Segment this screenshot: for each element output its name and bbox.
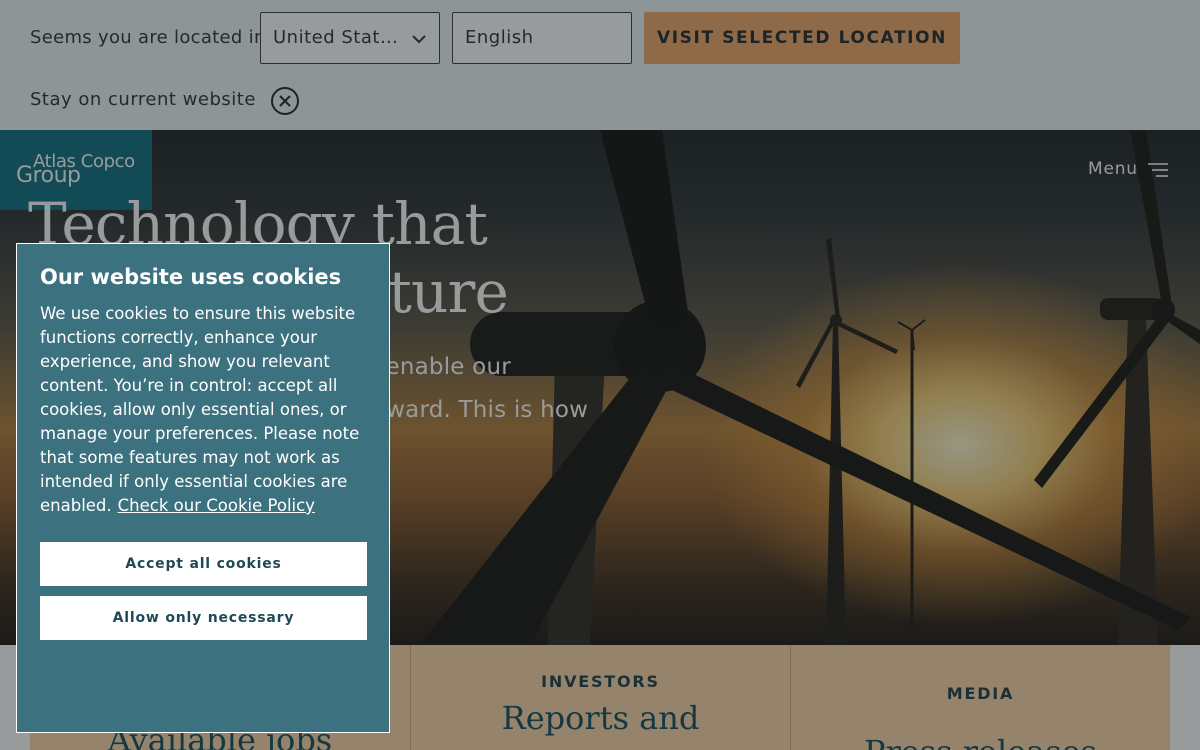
allow-only-necessary-button[interactable]: Allow only necessary	[40, 596, 367, 640]
cookie-body-text: We use cookies to ensure this website fu…	[40, 304, 360, 515]
cookie-dialog-body: We use cookies to ensure this website fu…	[40, 302, 370, 518]
cookie-policy-link[interactable]: Check our Cookie Policy	[118, 496, 315, 515]
cookie-dialog: Our website uses cookies We use cookies …	[16, 243, 390, 733]
cookie-dialog-title: Our website uses cookies	[40, 265, 342, 289]
accept-all-cookies-button[interactable]: Accept all cookies	[40, 542, 367, 586]
